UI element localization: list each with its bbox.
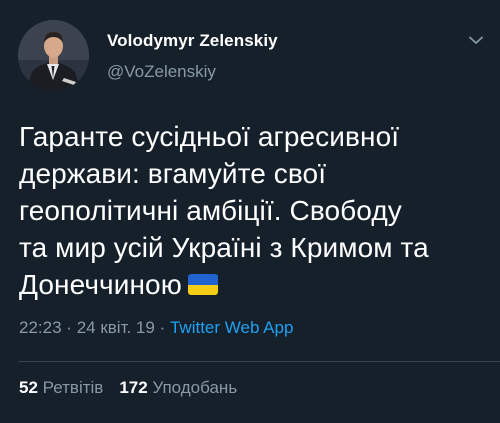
author-info[interactable]: Volodymyr Zelenskiy @VoZelenskiy bbox=[107, 31, 278, 82]
tweet-text: Гаранте сусідньої агресивної держави: вг… bbox=[19, 118, 489, 303]
retweets-count: 52 bbox=[19, 378, 38, 397]
tweet-text-line: держави: вгамуйте свої bbox=[19, 158, 327, 189]
tweet-source-link[interactable]: Twitter Web App bbox=[170, 318, 293, 337]
author-display-name[interactable]: Volodymyr Zelenskiy bbox=[107, 31, 278, 51]
likes-stat[interactable]: 172 Уподобань bbox=[119, 378, 237, 397]
likes-count: 172 bbox=[119, 378, 148, 397]
tweet-card[interactable]: Volodymyr Zelenskiy @VoZelenskiy Гаранте… bbox=[0, 0, 500, 423]
divider bbox=[18, 361, 500, 362]
tweet-text-line: Донеччиною bbox=[19, 266, 489, 303]
likes-label: Уподобань bbox=[152, 378, 238, 397]
tweet-text-line-content: Донеччиною bbox=[19, 269, 182, 300]
tweet-text-line: геополітичні амбіції. Свободу bbox=[19, 195, 402, 226]
retweets-label: Ретвітів bbox=[42, 378, 104, 397]
meta-separator: · bbox=[66, 318, 72, 337]
author-avatar[interactable] bbox=[18, 20, 89, 91]
tweet-time[interactable]: 22:23 bbox=[19, 318, 62, 337]
tweet-date[interactable]: 24 квіт. 19 bbox=[77, 318, 155, 337]
author-handle[interactable]: @VoZelenskiy bbox=[107, 62, 278, 82]
ukraine-flag-icon bbox=[187, 274, 218, 295]
tweet-text-line: та мир усій Україні з Кримом та bbox=[19, 232, 429, 263]
chevron-down-icon[interactable] bbox=[466, 30, 486, 50]
meta-separator: · bbox=[159, 318, 166, 337]
tweet-text-line: Гаранте сусідньої агресивної bbox=[19, 121, 400, 152]
retweets-stat[interactable]: 52 Ретвітів bbox=[19, 378, 103, 397]
profile-photo-icon bbox=[18, 20, 89, 91]
tweet-stats: 52 Ретвітів 172 Уподобань bbox=[19, 378, 237, 398]
tweet-meta: 22:23 · 24 квіт. 19 · Twitter Web App bbox=[19, 318, 293, 338]
